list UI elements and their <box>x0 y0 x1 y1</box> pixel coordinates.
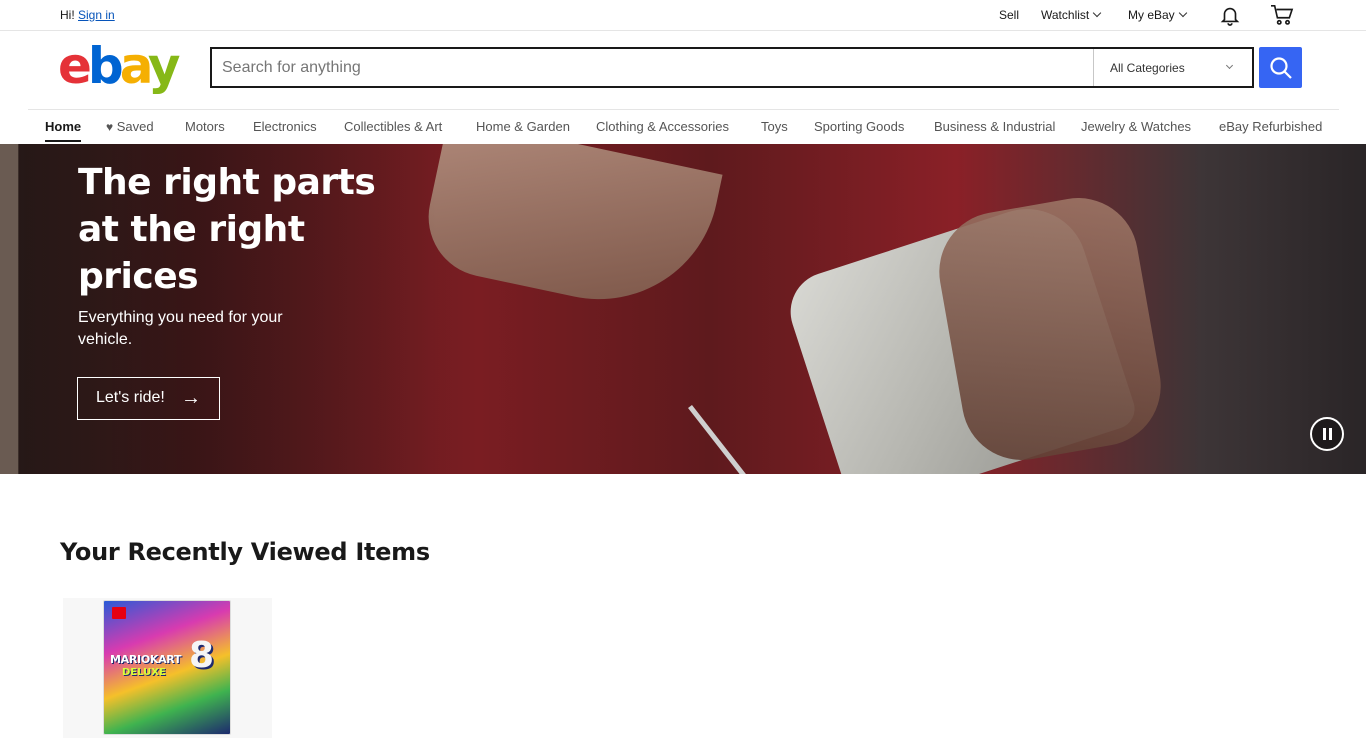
hero-image-screwdriver <box>688 404 809 474</box>
hero-banner: The right parts at the right prices Ever… <box>0 144 1366 474</box>
hero-cta-button[interactable]: Let's ride! → <box>77 377 220 420</box>
carousel-pause-button[interactable] <box>1310 417 1344 451</box>
item-image: MARIOKART DELUXE 8 <box>103 600 231 735</box>
sign-in-link[interactable]: Sign in <box>78 8 115 22</box>
nav-item-saved[interactable]: ♥ Saved <box>106 119 154 134</box>
logo-letter-y: y <box>147 37 181 95</box>
top-bar: Hi! Sign in Sell Watchlist My eBay <box>0 0 1366 31</box>
watchlist-label: Watchlist <box>1041 8 1090 22</box>
nav-item-jewelry-watches[interactable]: Jewelry & Watches <box>1081 119 1191 134</box>
sell-link[interactable]: Sell <box>999 8 1019 22</box>
ebay-logo[interactable]: ebay <box>58 37 181 95</box>
nav-item-collectibles-art[interactable]: Collectibles & Art <box>344 119 442 134</box>
item-cover-subtitle: DELUXE <box>122 667 166 678</box>
nav-item-business-industrial[interactable]: Business & Industrial <box>934 119 1055 134</box>
recently-viewed-title: Your Recently Viewed Items <box>60 538 430 566</box>
hero-image-hand <box>417 144 723 322</box>
notification-bell-icon[interactable] <box>1219 4 1241 29</box>
chevron-down-icon <box>1178 8 1187 18</box>
nav-item-home[interactable]: Home <box>45 119 82 142</box>
arrow-right-icon: → <box>181 387 201 409</box>
recently-viewed-item[interactable]: MARIOKART DELUXE 8 <box>63 598 272 738</box>
category-nav: Home ♥ Saved Motors Electronics Collecti… <box>28 109 1339 144</box>
hero-title: The right parts at the right prices <box>78 162 376 297</box>
nav-item-ebay-refurbished[interactable]: eBay Refurbished <box>1219 119 1322 134</box>
heart-icon: ♥ <box>106 120 114 134</box>
logo-letter-e: e <box>58 37 92 95</box>
nav-item-home-garden[interactable]: Home & Garden <box>476 119 570 134</box>
nav-item-toys[interactable]: Toys <box>761 119 788 134</box>
category-select[interactable]: All Categories <box>1093 49 1252 86</box>
greeting-text: Hi! <box>60 8 75 22</box>
logo-letter-b: b <box>87 37 124 95</box>
nav-item-saved-label: Saved <box>116 119 154 134</box>
category-select-label: All Categories <box>1110 61 1185 75</box>
nav-item-electronics[interactable]: Electronics <box>253 119 317 134</box>
nintendo-switch-logo-icon <box>112 607 126 619</box>
hero-cta-label: Let's ride! <box>96 389 165 406</box>
my-ebay-menu[interactable]: My eBay <box>1128 8 1187 22</box>
search-button[interactable] <box>1259 47 1302 88</box>
logo-letter-a: a <box>119 37 152 95</box>
my-ebay-label: My eBay <box>1128 8 1175 22</box>
cart-icon[interactable] <box>1270 4 1294 29</box>
search-bar: All Categories <box>210 47 1254 88</box>
item-cover-number: 8 <box>189 635 215 676</box>
nav-item-motors[interactable]: Motors <box>185 119 225 134</box>
chevron-down-icon <box>1092 8 1102 18</box>
nav-item-clothing-accessories[interactable]: Clothing & Accessories <box>596 119 729 134</box>
chevron-down-icon <box>1225 61 1234 70</box>
search-input[interactable] <box>212 49 1092 86</box>
nav-item-sporting-goods[interactable]: Sporting Goods <box>814 119 904 134</box>
watchlist-menu[interactable]: Watchlist <box>1041 8 1102 22</box>
search-icon <box>1270 57 1292 79</box>
greeting: Hi! Sign in <box>60 8 115 22</box>
hero-subtitle: Everything you need for your vehicle. <box>78 309 283 348</box>
